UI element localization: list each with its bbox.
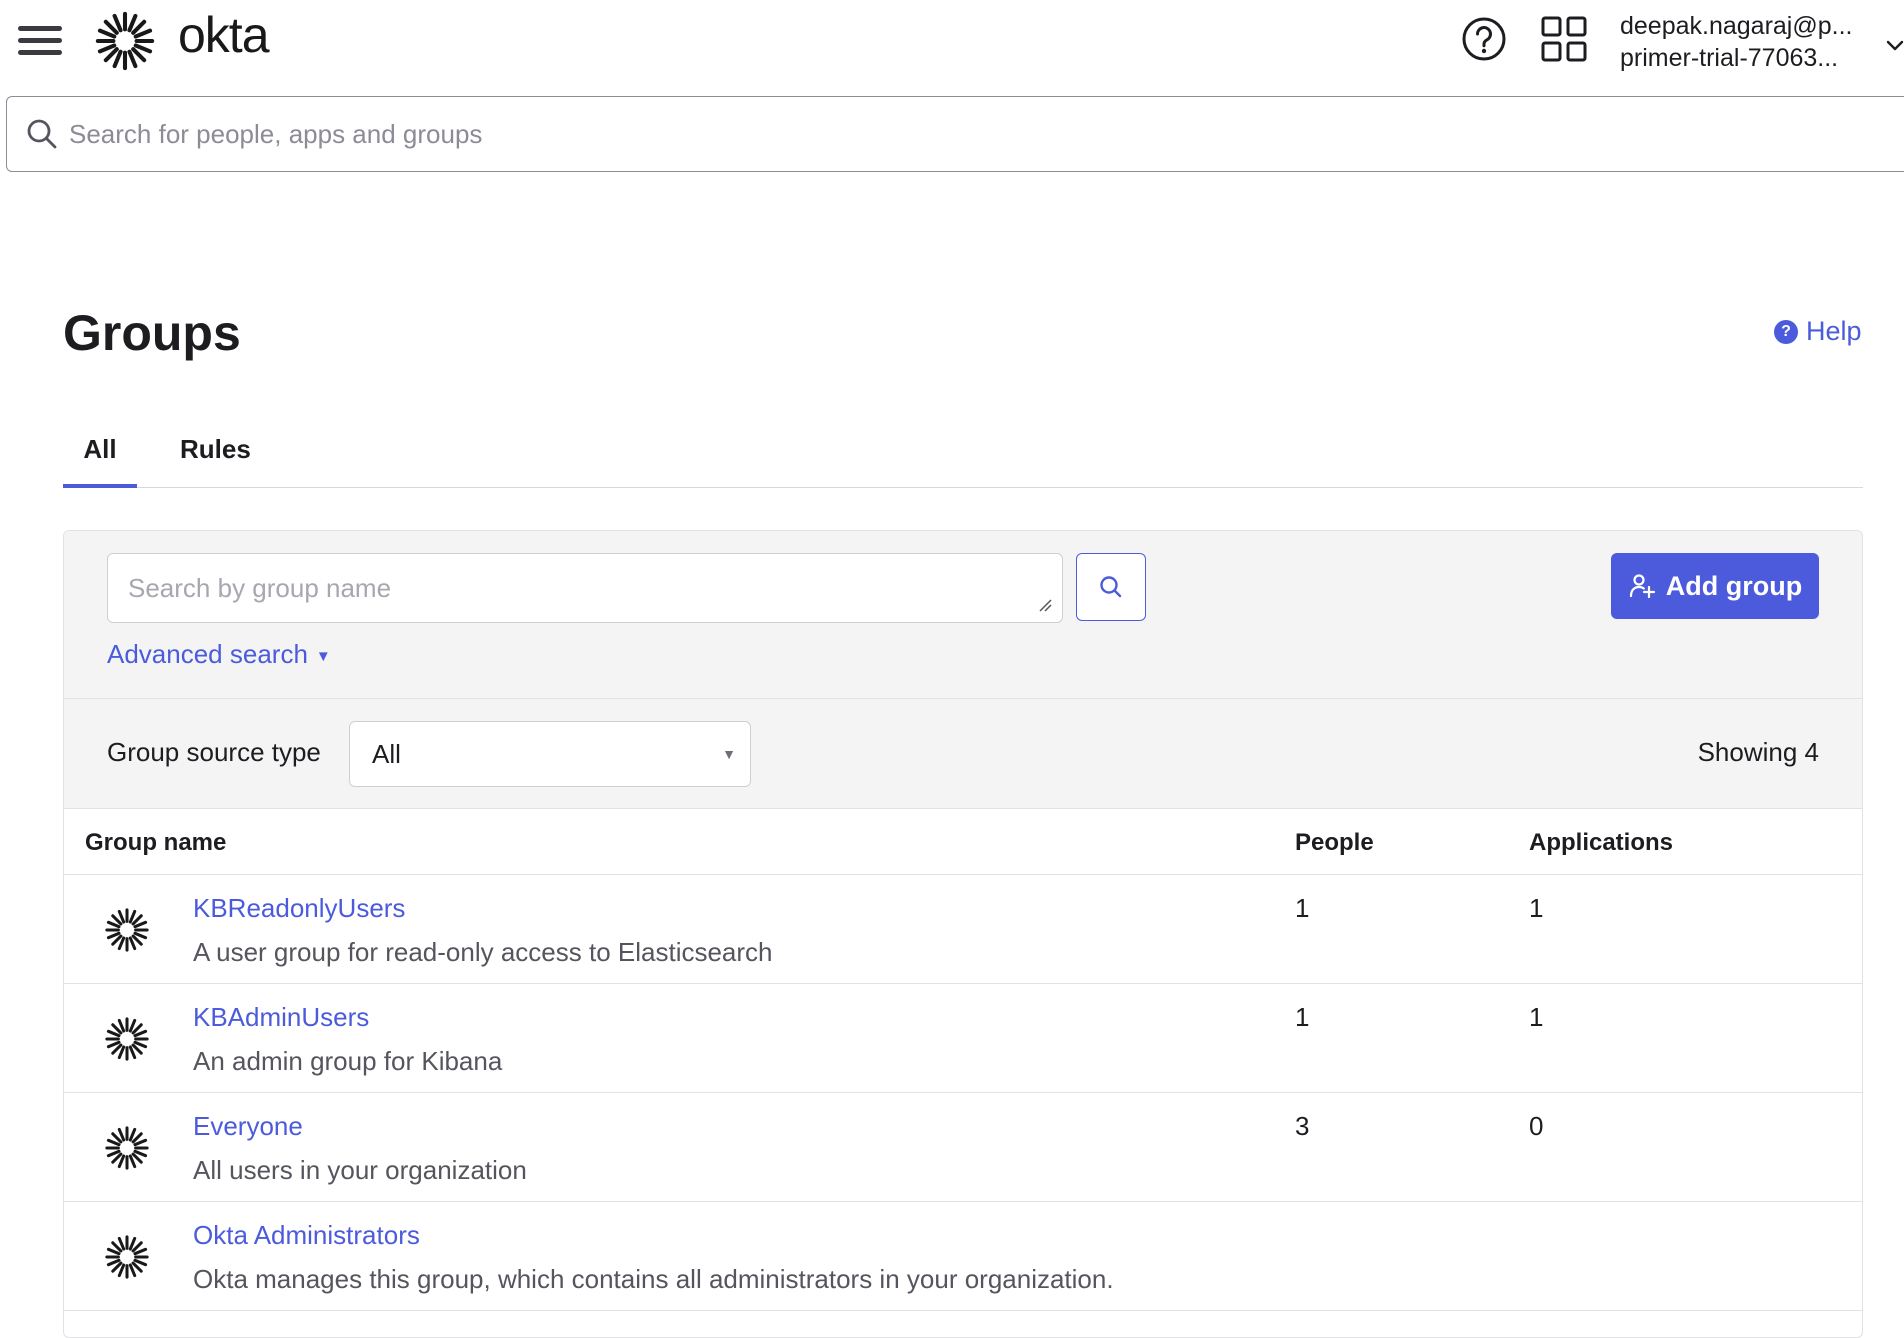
tab-bar: All Rules: [63, 420, 1863, 488]
user-org: primer-trial-77063...: [1620, 44, 1839, 72]
tab-rules[interactable]: Rules: [180, 434, 251, 488]
group-source-type-select[interactable]: All ▼: [349, 721, 751, 787]
add-group-icon: [1629, 574, 1655, 599]
add-group-button[interactable]: Add group: [1611, 553, 1819, 619]
group-applications-count: 0: [1529, 1111, 1544, 1141]
column-header-people: People: [1295, 829, 1374, 856]
okta-group-icon: [105, 1235, 149, 1279]
group-name-link[interactable]: KBReadonlyUsers: [193, 893, 405, 924]
result-count: Showing 4: [1697, 737, 1819, 767]
group-applications-count: 1: [1529, 1002, 1544, 1032]
okta-group-icon: [105, 1126, 149, 1170]
search-icon: [1100, 576, 1122, 598]
group-name-link[interactable]: Everyone: [193, 1111, 303, 1142]
group-applications-count: 1: [1529, 893, 1544, 923]
okta-group-icon: [105, 908, 149, 952]
user-menu[interactable]: deepak.nagaraj@p... primer-trial-77063..…: [1620, 10, 1904, 76]
groups-panel: Advanced search ▼ Add group Group source …: [63, 530, 1863, 1338]
group-name-link[interactable]: Okta Administrators: [193, 1220, 420, 1251]
help-link[interactable]: ? Help: [1774, 316, 1862, 347]
hamburger-menu-icon[interactable]: [18, 26, 62, 58]
advanced-search-link[interactable]: Advanced search ▼: [107, 639, 331, 670]
okta-logo-icon: [95, 11, 155, 71]
advanced-search-label: Advanced search: [107, 639, 308, 669]
caret-down-icon: ▼: [315, 647, 331, 665]
global-search-box: [6, 96, 1904, 172]
app-grid-icon[interactable]: [1540, 15, 1588, 63]
select-value: All: [372, 739, 401, 769]
group-people-count: 1: [1295, 1002, 1310, 1032]
table-row: Everyone All users in your organization …: [64, 1093, 1862, 1202]
top-bar: okta deepak.nagaraj@p... primer-trial-77…: [0, 0, 1904, 96]
table-row: KBAdminUsers An admin group for Kibana 1…: [64, 984, 1862, 1093]
group-people-count: 3: [1295, 1111, 1310, 1141]
group-search-box: [107, 553, 1063, 623]
question-circle-icon[interactable]: [1460, 15, 1508, 63]
tab-all[interactable]: All: [63, 434, 137, 488]
column-header-applications: Applications: [1529, 829, 1674, 856]
group-source-type-label: Group source type: [107, 737, 321, 767]
search-toolbar: Advanced search ▼ Add group: [64, 531, 1862, 699]
group-description: A user group for read-only access to Ela…: [193, 937, 773, 967]
table-header: Group name People Applications: [64, 809, 1862, 875]
okta-wordmark: okta: [178, 7, 270, 63]
table-row: KBReadonlyUsers A user group for read-on…: [64, 875, 1862, 984]
user-email: deepak.nagaraj@p...: [1620, 12, 1853, 40]
group-description: All users in your organization: [193, 1155, 527, 1185]
group-description: An admin group for Kibana: [193, 1046, 503, 1076]
group-description: Okta manages this group, which contains …: [193, 1264, 1114, 1294]
add-group-label: Add group: [1665, 570, 1803, 601]
group-table-body: KBReadonlyUsers A user group for read-on…: [64, 875, 1862, 1311]
filter-row: Group source type All ▼ Showing 4: [64, 699, 1862, 809]
group-name-link[interactable]: KBAdminUsers: [193, 1002, 369, 1033]
table-row: Okta Administrators Okta manages this gr…: [64, 1202, 1862, 1311]
resize-grip-icon[interactable]: [1038, 598, 1052, 612]
group-search-input[interactable]: [128, 566, 1008, 610]
help-circle-icon: ?: [1774, 319, 1798, 344]
column-header-group-name: Group name: [85, 829, 227, 856]
group-search-button[interactable]: [1076, 553, 1146, 621]
page-title: Groups: [63, 305, 241, 361]
search-icon: [27, 119, 57, 149]
help-label: Help: [1806, 316, 1862, 346]
group-people-count: 1: [1295, 893, 1310, 923]
caret-down-icon: ▼: [722, 746, 736, 762]
global-search-input[interactable]: [69, 111, 1869, 157]
okta-group-icon: [105, 1017, 149, 1061]
chevron-down-icon: [1886, 40, 1904, 51]
